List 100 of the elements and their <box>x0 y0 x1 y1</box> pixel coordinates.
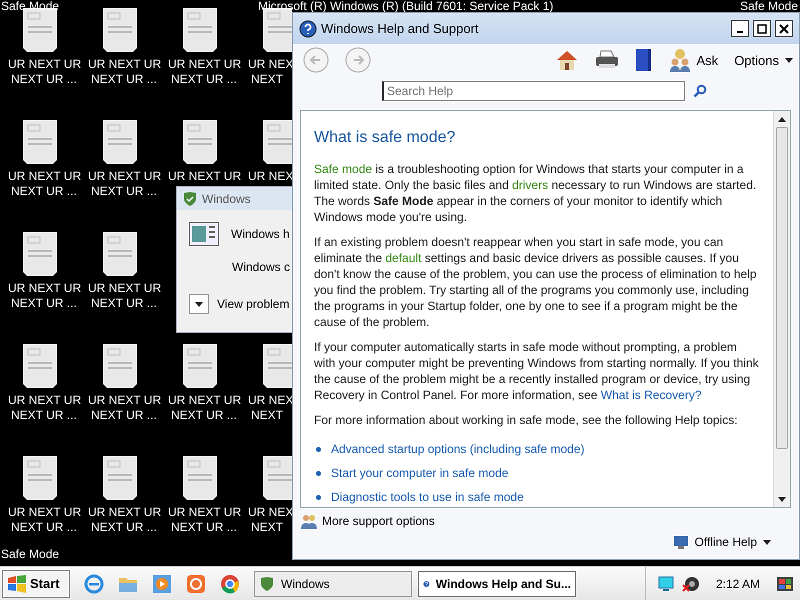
paragraph: Safe mode is a troubleshooting option for Windows that starts your computer in a limited state. Only the basic files and drivers necessary to run Windows are started. The words Safe Mode appear in the corners of your monitor to identify which Windows mode you're using. <box>314 161 758 225</box>
bullet-icon <box>316 494 321 500</box>
text-file-icon[interactable] <box>103 344 137 388</box>
icon-label: NEXT UR ... <box>171 520 237 535</box>
icon-label: NEXT UR ... <box>11 296 77 311</box>
more-support-button[interactable]: More support options <box>301 511 791 531</box>
dialog-message: Windows c <box>232 260 290 274</box>
icon-label: UR NEX <box>248 505 294 520</box>
icon-label: UR NEXT UR <box>88 57 162 72</box>
monitor-icon[interactable] <box>658 576 674 592</box>
icon-label: UR NEXT UR <box>88 169 162 184</box>
topic-link[interactable]: Diagnostic tools to use in safe mode <box>331 490 524 504</box>
icon-label: NEXT UR ... <box>91 184 157 199</box>
topic-link[interactable]: Start your computer in safe mode <box>331 466 508 480</box>
windows-logo-icon <box>7 574 27 592</box>
icon-label: UR NEXT UR <box>168 393 242 408</box>
monitor-icon <box>672 535 689 549</box>
close-button[interactable] <box>775 20 793 37</box>
scroll-down-icon[interactable] <box>778 496 786 502</box>
icon-label: UR NEXT UR <box>168 505 242 520</box>
icon-label: NEXT UR ... <box>91 408 157 423</box>
icon-label: NEXT UR ... <box>11 72 77 87</box>
icon-label: NEXT UR ... <box>11 520 77 535</box>
icon-label: UR NEXT UR <box>88 505 162 520</box>
icon-label: NEXT UR ... <box>91 296 157 311</box>
paragraph: If an existing problem doesn't reappear when you start in safe mode, you can eliminate the default settings and basic device drivers as possible causes. If you don't know the cause of the problem, you can use the process of elimination to help you find the problem. Try starting all of the programs you commonly use, including the programs in your Startup folder, one by one to see if a program might be the cause of the problem. <box>314 234 758 330</box>
text-file-icon[interactable] <box>263 344 292 388</box>
forward-icon[interactable] <box>345 47 371 73</box>
text-file-icon[interactable] <box>263 456 292 500</box>
icon-label: UR NEXT UR <box>88 393 162 408</box>
text-file-icon[interactable] <box>103 8 137 52</box>
start-button[interactable]: Start <box>2 570 70 598</box>
options-button[interactable]: Options <box>734 52 793 68</box>
text-file-icon[interactable] <box>23 120 57 164</box>
icon-label: UR NEXT UR <box>8 281 82 296</box>
text-file-icon[interactable] <box>183 344 217 388</box>
icon-label: UR NEXT UR <box>168 57 242 72</box>
browser-e-icon[interactable] <box>84 574 104 594</box>
offline-help-button[interactable]: Offline Help <box>672 532 771 552</box>
text-file-icon[interactable] <box>23 344 57 388</box>
article-heading: What is safe mode? <box>314 129 456 147</box>
clock[interactable]: 2:12 AM <box>716 576 760 590</box>
icon-label: UR NEX <box>248 393 294 408</box>
expand-button[interactable] <box>189 294 209 314</box>
icon-label: NEXT UR ... <box>11 408 77 423</box>
maximize-button[interactable] <box>753 20 771 37</box>
icon-label: UR NEX <box>248 57 294 72</box>
scrollbar[interactable] <box>773 111 790 507</box>
text-file-icon[interactable] <box>103 120 137 164</box>
details-label[interactable]: View problem <box>217 297 290 311</box>
bullet-icon <box>316 470 321 476</box>
search-icon[interactable] <box>693 84 707 98</box>
icon-label: UR NEXT UR <box>168 169 242 184</box>
text-file-icon[interactable] <box>263 120 292 164</box>
glossary-link[interactable]: default <box>385 251 422 265</box>
back-icon[interactable] <box>303 47 329 73</box>
book-icon[interactable] <box>634 48 653 72</box>
caret-icon <box>763 540 771 544</box>
text-file-icon[interactable] <box>23 232 57 276</box>
ask-button[interactable]: Ask <box>668 48 718 72</box>
icon-label: NEXT UR ... <box>91 72 157 87</box>
icon-label: NEXT UR ... <box>171 408 237 423</box>
icon-label: NEXT UR ... <box>11 184 77 199</box>
text-file-icon[interactable] <box>183 8 217 52</box>
chrome-icon[interactable] <box>220 574 240 594</box>
dialog-message: Windows h <box>231 227 290 241</box>
icon-label: UR NEXT UR <box>88 281 162 296</box>
shield-icon <box>182 190 198 206</box>
icon-label: NEXT <box>251 72 284 87</box>
minimize-icon <box>737 30 743 32</box>
safe-mode-label: Safe Mode <box>740 0 798 13</box>
app-icon[interactable] <box>186 574 206 594</box>
search-field[interactable]: Search Help <box>382 81 685 101</box>
taskbar-button[interactable]: Windows Help and Su... <box>418 570 576 596</box>
icon-label: UR NEXT UR <box>8 393 82 408</box>
home-icon[interactable] <box>554 49 579 71</box>
close-icon <box>779 24 789 34</box>
help-link[interactable]: What is Recovery? <box>600 388 702 402</box>
minimize-button[interactable] <box>731 20 749 37</box>
icon-label: UR NEX <box>248 169 294 184</box>
printer-icon[interactable] <box>594 50 619 70</box>
text-file-icon[interactable] <box>23 456 57 500</box>
icon-label: NEXT <box>251 520 284 535</box>
help-icon <box>299 20 317 38</box>
icon-label: UR NEXT UR <box>8 505 82 520</box>
caret-icon <box>785 58 793 62</box>
taskbar-button[interactable]: Windows <box>254 570 412 596</box>
glossary-link[interactable]: Safe mode <box>314 162 372 176</box>
shield-icon <box>259 576 275 592</box>
text-file-icon[interactable] <box>103 456 137 500</box>
topic-link[interactable]: Advanced startup options (including safe mode) <box>331 442 584 456</box>
text-file-icon[interactable] <box>183 456 217 500</box>
glossary-link[interactable]: drivers <box>512 178 548 192</box>
flag-icon[interactable] <box>776 576 794 592</box>
media-player-icon[interactable] <box>152 574 172 594</box>
scroll-up-icon[interactable] <box>778 116 786 122</box>
text-file-icon[interactable] <box>183 120 217 164</box>
text-file-icon[interactable] <box>103 232 137 276</box>
icon-label: UR NEXT UR <box>8 57 82 72</box>
speaker-muted-icon[interactable] <box>682 576 700 592</box>
